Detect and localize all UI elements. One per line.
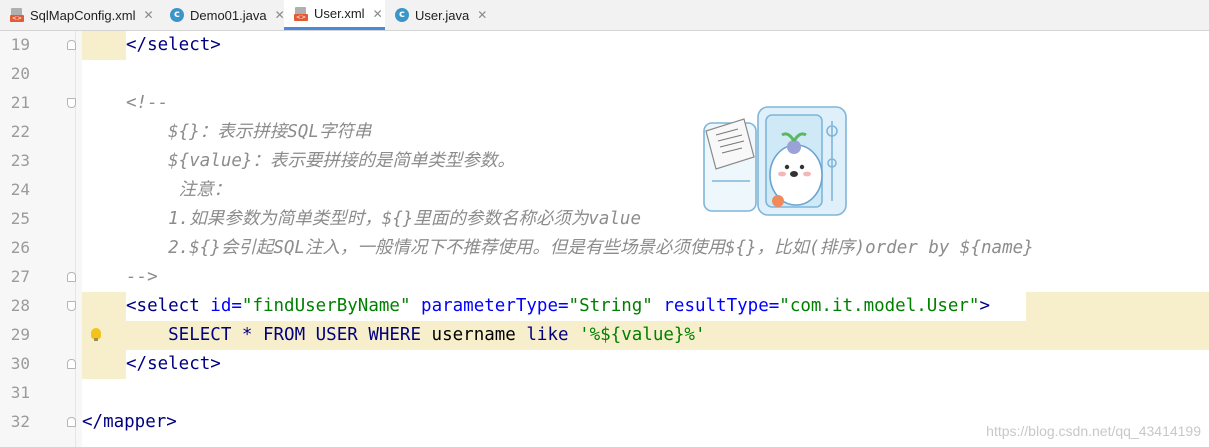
code-token: --> [126,267,158,287]
fold-marker-icon[interactable] [67,301,76,311]
code-line[interactable]: 26 2.${}会引起SQL注入，一般情况下不推荐使用。但是有些场景必须使用${… [0,234,1209,263]
code-editor[interactable]: 19 </select> 20 21 <!-- 22 ${}：表示拼接SQL字符串 23 $… [0,31,1209,447]
line-number: 29 [10,325,30,344]
line-number: 31 [10,383,30,402]
line-number: 25 [10,209,30,228]
code-line[interactable]: 31 [0,379,1209,408]
close-icon[interactable]: ✕ [477,8,487,22]
code-token: id= [210,296,242,316]
code-text: ${}：表示拼接SQL字符串 [126,121,371,143]
code-line[interactable]: 25 1.如果参数为简单类型时，${}里面的参数名称必须为value [0,205,1209,234]
fold-marker-icon[interactable] [67,272,76,282]
java-class-icon: c [170,8,184,22]
code-text: 注意： [126,179,232,201]
fold-marker-icon[interactable] [67,417,76,427]
tab-label: Demo01.java [190,7,267,23]
code-text: --> [126,266,158,288]
code-token: "com.it.model.User" [779,296,980,316]
xml-file-icon: <> [294,6,308,21]
tab-user-xml[interactable]: <> User.xml ✕ [284,0,385,30]
code-text: 1.如果参数为简单类型时，${}里面的参数名称必须为value [126,208,641,230]
code-token: resultType= [663,296,780,316]
code-line[interactable]: 22 ${}：表示拼接SQL字符串 [0,118,1209,147]
code-line[interactable]: 23 ${value}：表示要拼接的是简单类型参数。 [0,147,1209,176]
code-token: </select> [126,35,221,55]
code-token: like [526,325,580,345]
lightbulb-icon[interactable] [91,328,101,341]
fold-marker-icon[interactable] [67,98,76,108]
code-token: '%${value}%' [579,325,706,345]
line-number: 20 [10,64,30,83]
code-line[interactable]: 24 注意： [0,176,1209,205]
tab-user-java[interactable]: c User.java ✕ [385,0,495,30]
code-text: </select> [126,353,221,375]
code-token: "String" [568,296,664,316]
tag-match-highlight [82,31,126,60]
tag-match-highlight [82,292,126,321]
code-token: SELECT * FROM USER WHERE [126,325,432,345]
code-text: <select id="findUserByName" parameterTyp… [126,295,990,317]
fold-marker-icon[interactable] [67,359,76,369]
line-number: 21 [10,93,30,112]
java-class-icon: c [395,8,409,22]
code-token: <select [126,296,211,316]
code-text: ${value}：表示要拼接的是简单类型参数。 [126,150,515,172]
code-token: ${}：表示拼接SQL字符串 [126,122,372,142]
code-line[interactable]: 19 </select> [0,31,1209,60]
tab-sqlmapconfig-xml[interactable]: <> SqlMapConfig.xml ✕ [0,0,160,30]
code-token: 1.如果参数为简单类型时，${}里面的参数名称必须为value [126,209,642,229]
close-icon[interactable]: ✕ [144,8,154,22]
tab-label: User.java [415,7,470,23]
tag-match-highlight [82,350,126,379]
code-token: parameterType= [421,296,569,316]
code-token: ${value}：表示要拼接的是简单类型参数。 [126,151,515,171]
line-number: 28 [10,296,30,315]
code-line[interactable]: 28 <select id="findUserByName" parameterT… [0,292,1209,321]
line-number: 32 [10,412,30,431]
code-token: username [431,325,527,345]
line-number: 23 [10,151,30,170]
code-line[interactable]: 30 </select> [0,350,1209,379]
line-number: 19 [10,35,30,54]
editor-tab-bar: <> SqlMapConfig.xml ✕ c Demo01.java ✕ <>… [0,0,1209,31]
code-token: 注意： [126,180,232,200]
line-number: 30 [10,354,30,373]
code-line[interactable]: 21 <!-- [0,89,1209,118]
code-text: SELECT * FROM USER WHERE username like '… [126,324,706,346]
code-token: > [979,296,991,316]
xml-file-icon: <> [10,8,24,22]
code-text: </select> [126,34,221,56]
code-token: 2.${}会引起SQL注入，一般情况下不推荐使用。但是有些场景必须使用${}，比… [126,238,1034,258]
code-line[interactable]: 27 --> [0,263,1209,292]
sticker-image [703,106,847,216]
line-number: 26 [10,238,30,257]
code-token: </select> [126,354,221,374]
line-number: 24 [10,180,30,199]
tab-label: User.xml [314,6,365,21]
code-token: <!-- [126,93,169,113]
code-text: </mapper> [82,411,177,433]
code-token: "findUserByName" [241,296,422,316]
code-line[interactable]: 29 SELECT * FROM USER WHERE username lik… [0,321,1209,350]
line-number: 22 [10,122,30,141]
code-text: 2.${}会引起SQL注入，一般情况下不推荐使用。但是有些场景必须使用${}，比… [126,237,1034,259]
code-text: <!-- [126,92,168,114]
watermark: https://blog.csdn.net/qq_43414199 [986,423,1201,439]
tab-demo01-java[interactable]: c Demo01.java ✕ [160,0,285,30]
code-token: </mapper> [82,412,177,432]
fold-marker-icon[interactable] [67,40,76,50]
tag-match-highlight [1026,292,1209,321]
close-icon[interactable]: ✕ [373,7,383,21]
line-number: 27 [10,267,30,286]
code-line[interactable]: 20 [0,60,1209,89]
tab-label: SqlMapConfig.xml [30,7,136,23]
